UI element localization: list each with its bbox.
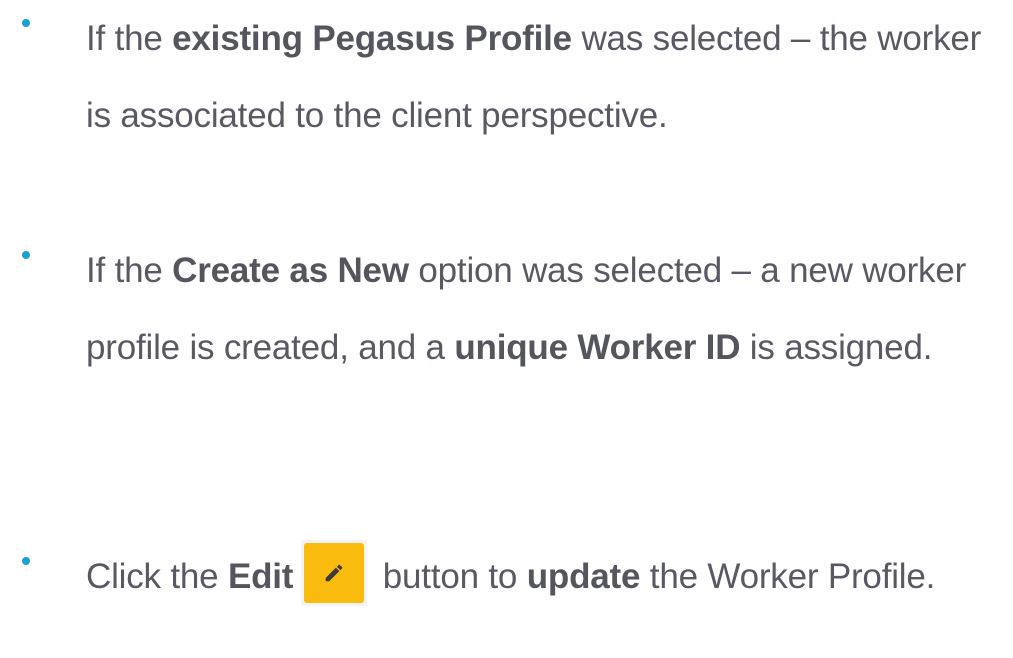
text-segment: button to: [373, 557, 527, 596]
edit-button[interactable]: [301, 539, 368, 606]
instruction-list: If the existing Pegasus Profile was sele…: [0, 0, 1013, 658]
bullet-dot: [22, 19, 30, 27]
list-item-text: If the existing Pegasus Profile was sele…: [86, 0, 1011, 154]
bullet-dot: [22, 251, 30, 259]
pencil-icon: [326, 564, 343, 581]
pencil-icon-shape: [326, 564, 343, 581]
bullet-dot: [22, 557, 30, 565]
bold-text-create-as-new: Create as New: [172, 251, 409, 290]
text-segment: the Worker Profile.: [640, 557, 936, 596]
list-item-text: Click the Edit button to update the Work…: [86, 538, 1011, 615]
text-segment: Click the: [86, 557, 228, 596]
list-item-text: If the Create as New option was selected…: [86, 232, 1011, 386]
edit-button-face[interactable]: [304, 542, 365, 603]
bold-text-existing-profile: existing Pegasus Profile: [172, 19, 572, 58]
text-segment: If the: [86, 251, 173, 290]
bold-text-edit: Edit: [227, 557, 294, 596]
text-segment: is assigned.: [740, 328, 933, 367]
bold-text-update: update: [526, 557, 641, 596]
bold-text-unique-worker-id: unique Worker ID: [454, 328, 741, 367]
text-segment: If the: [86, 19, 173, 58]
